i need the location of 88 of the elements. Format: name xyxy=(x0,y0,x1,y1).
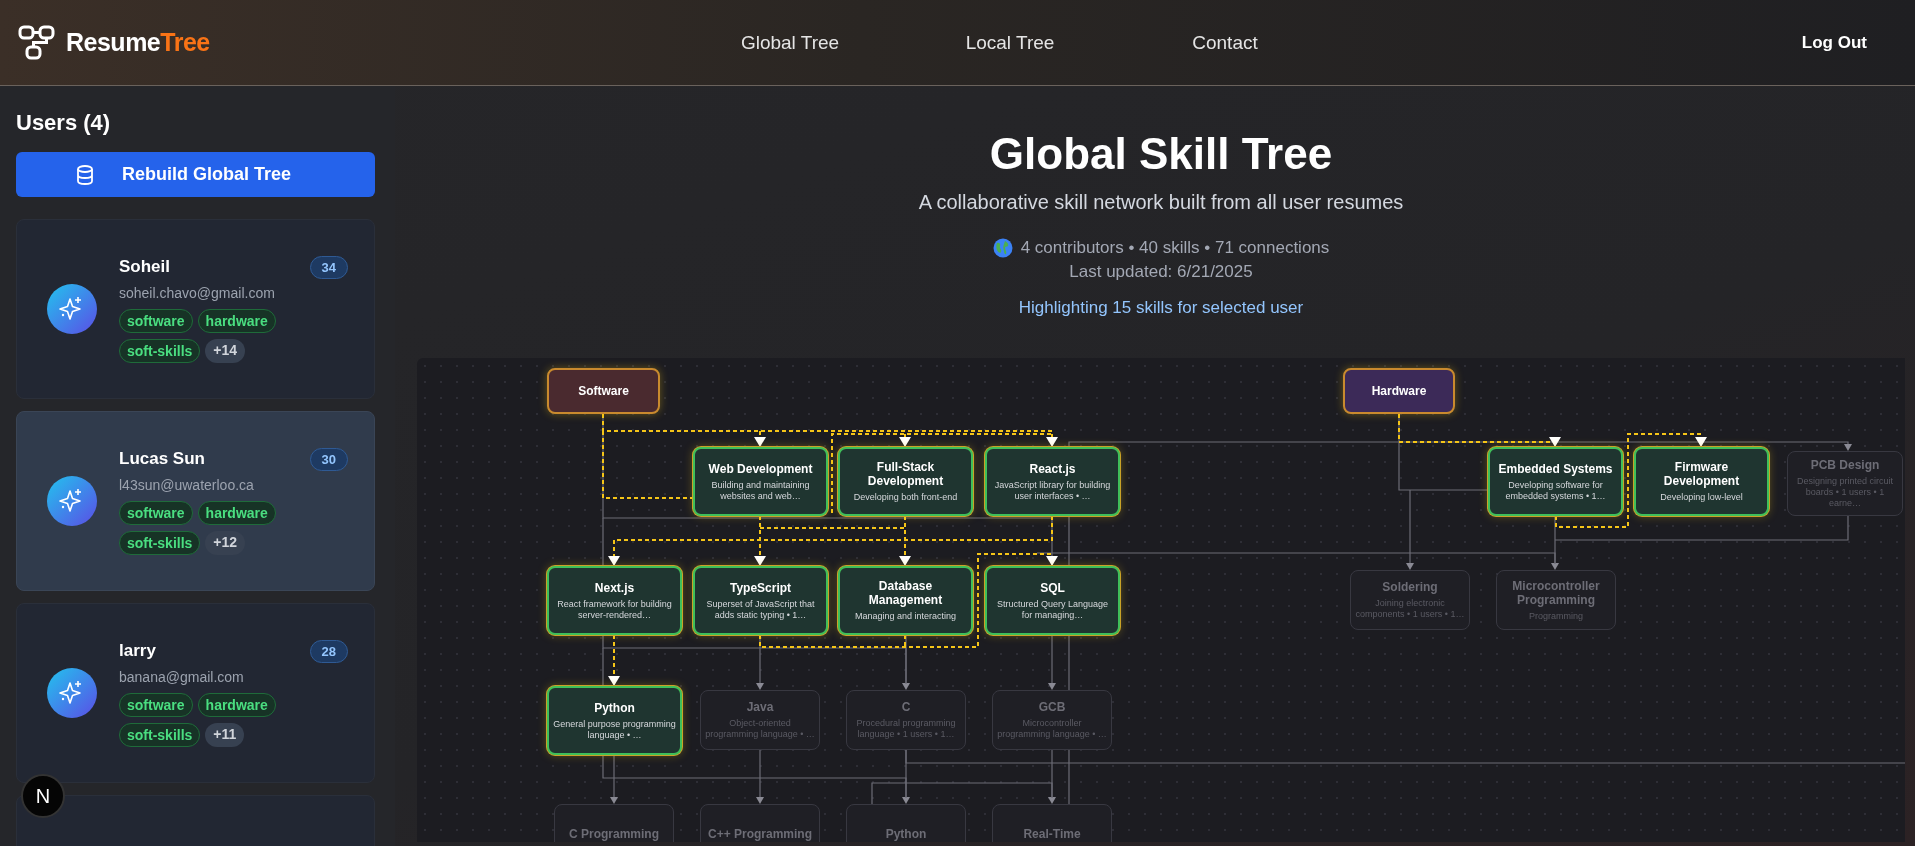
node-description: Developing software for embedded systems • 1… xyxy=(1504,479,1607,502)
globe-icon xyxy=(992,238,1013,258)
tag: hardware xyxy=(197,692,276,717)
node-description: Superset of JavaScript that adds static typing • 1… xyxy=(705,598,816,621)
user-card[interactable]: larry 28 banana@gmail.com software hardware soft-skills +11 xyxy=(16,603,375,783)
last-updated: Last updated: 6/21/2025 xyxy=(1069,262,1253,282)
skill-node[interactable]: Python General purpose programming language • … xyxy=(547,686,682,755)
more-tags-badge: +12 xyxy=(205,530,246,555)
user-name: Soheil xyxy=(119,257,170,277)
node-title: Soldering xyxy=(1382,580,1438,594)
avatar-sparkle-icon xyxy=(47,476,97,526)
node-title: Database Management xyxy=(867,579,944,607)
skill-count-badge: 28 xyxy=(309,639,348,663)
nav-link[interactable]: Global Tree xyxy=(735,31,845,54)
skill-node[interactable]: Next.js React framework for building server-rendered… xyxy=(547,566,682,635)
node-title: C++ Programming xyxy=(708,827,812,841)
node-title: Hardware xyxy=(1371,384,1427,398)
tag: software xyxy=(119,308,193,333)
node-description: JavaScript library for building user interfaces • … xyxy=(993,479,1112,502)
page-subtitle: A collaborative skill network built from all user resumes xyxy=(918,191,1404,214)
skill-node[interactable]: Database Management Managing and interacting xyxy=(838,566,973,635)
node-description: Managing and interacting xyxy=(854,611,957,622)
more-tags-badge: +14 xyxy=(205,338,246,363)
logout-link[interactable]: Log Out xyxy=(1801,32,1867,53)
tag: hardware xyxy=(197,500,276,525)
node-title: Java xyxy=(746,700,774,714)
highlight-note: Highlighting 15 skills for selected user xyxy=(1018,298,1304,318)
node-title: Software xyxy=(578,384,629,398)
node-description: Building and maintaining websites and web… xyxy=(710,479,811,502)
skill-node[interactable]: React.js JavaScript library for building user interfaces • … xyxy=(985,447,1120,516)
node-title: Firmware Development xyxy=(1662,460,1741,488)
skill-node[interactable]: Embedded Systems Developing software for embedded systems • 1… xyxy=(1488,447,1623,516)
user-email: soheil.chavo@gmail.com xyxy=(119,284,276,301)
node-title: Web Development xyxy=(708,461,813,476)
tree-stats: 4 contributors • 40 skills • 71 connections xyxy=(1020,238,1330,258)
logo-icon xyxy=(18,24,56,61)
node-title: GCB xyxy=(1038,700,1066,714)
tag: software xyxy=(119,500,193,525)
users-heading: Users (4) xyxy=(16,110,112,136)
node-title: Real-Time xyxy=(1023,827,1081,841)
highlighted-connector xyxy=(608,634,620,686)
page-title: Global Skill Tree xyxy=(989,129,1333,179)
tag: soft-skills xyxy=(119,722,201,747)
node-title: Next.js xyxy=(594,580,635,595)
user-name: larry xyxy=(119,641,156,661)
node-title: C xyxy=(901,700,911,714)
tag: software xyxy=(119,692,193,717)
skill-node[interactable]: TypeScript Superset of JavaScript that adds static typing • 1… xyxy=(693,566,828,635)
category-node[interactable]: Software xyxy=(547,368,660,414)
node-title: PCB Design xyxy=(1810,458,1880,472)
skill-node[interactable]: Full-Stack Development Developing both front-end xyxy=(838,447,973,516)
more-tags-badge: +11 xyxy=(205,722,245,747)
connector-line xyxy=(1048,634,1056,690)
tag: soft-skills xyxy=(119,530,201,555)
nav-link[interactable]: Local Tree xyxy=(845,31,1175,54)
node-title: Embedded Systems xyxy=(1498,461,1613,476)
node-title: Python xyxy=(885,827,927,841)
node-title: React.js xyxy=(1029,461,1076,476)
node-title: C Programming xyxy=(569,827,659,841)
node-title: SQL xyxy=(1040,580,1065,595)
avatar-sparkle-icon xyxy=(47,668,97,718)
user-card[interactable]: Lucas Sun 30 l43sun@uwaterloo.ca software hardware soft-skills +12 xyxy=(16,411,375,591)
nav-link[interactable]: Contact xyxy=(1175,31,1275,54)
tag: hardware xyxy=(197,308,276,333)
database-icon xyxy=(76,164,94,185)
node-title: TypeScript xyxy=(729,580,792,595)
user-card[interactable]: Soheil 34 soheil.chavo@gmail.com software hardware soft-skills +14 xyxy=(16,219,375,399)
user-email: l43sun@uwaterloo.ca xyxy=(119,476,255,493)
node-description: Structured Query Language for managing… xyxy=(995,598,1110,621)
skill-node[interactable]: SQL Structured Query Language for managing… xyxy=(985,566,1120,635)
skill-node[interactable]: Firmware Development Developing low-level xyxy=(1634,447,1769,516)
skill-count-badge: 34 xyxy=(309,255,348,279)
skill-count-badge: 30 xyxy=(309,447,348,471)
user-name: Lucas Sun xyxy=(119,449,205,469)
user-email: banana@gmail.com xyxy=(119,668,245,685)
node-description: Developing low-level xyxy=(1660,492,1743,503)
node-title: Microcontroller Programming xyxy=(1511,578,1601,607)
node-description: React framework for building server-rendered… xyxy=(556,598,673,621)
node-description: General purpose programming language • … xyxy=(553,718,676,741)
rebuild-button[interactable]: Rebuild Global Tree xyxy=(16,152,375,197)
category-node[interactable]: Hardware xyxy=(1343,368,1455,414)
logo-text[interactable]: ResumeTree xyxy=(66,28,210,57)
tag: soft-skills xyxy=(119,338,201,363)
avatar-sparkle-icon xyxy=(47,284,97,334)
skill-node[interactable]: Web Development Building and maintaining websites and web… xyxy=(693,447,828,516)
node-title: Python xyxy=(594,700,635,715)
node-title: Full-Stack Development xyxy=(866,460,945,488)
node-description: Developing both front-end xyxy=(853,492,958,503)
